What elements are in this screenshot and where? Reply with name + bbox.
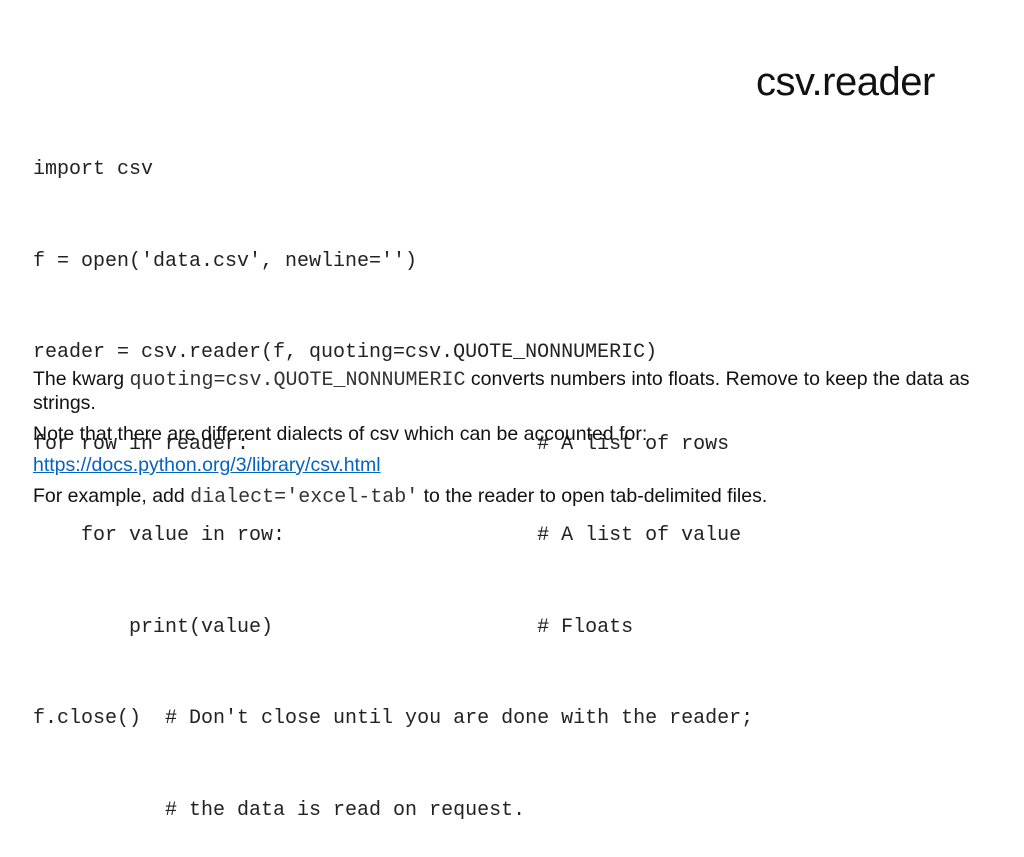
docs-link[interactable]: https://docs.python.org/3/library/csv.ht… — [33, 454, 381, 476]
dialect-suffix: to the reader to open tab-delimited file… — [418, 485, 768, 507]
code-line: f = open('data.csv', newline='') — [33, 249, 418, 273]
dialects-note: Note that there are different dialects o… — [33, 423, 648, 445]
code-line: import csv — [33, 158, 154, 181]
quoting-prefix: The kwarg — [33, 368, 130, 390]
docs-link-paragraph: https://docs.python.org/3/library/csv.ht… — [33, 454, 1003, 476]
code-line: print(value) # Floats — [33, 615, 634, 639]
code-line: for value in row: # A list of value — [33, 524, 742, 547]
slide-title: csv.reader — [756, 60, 935, 104]
dialect-example: For example, add dialect='excel-tab' to … — [33, 485, 1003, 509]
code-line: f.close() # Don't close until you are do… — [33, 707, 754, 730]
dialect-prefix: For example, add — [33, 485, 191, 507]
dialect-code: dialect='excel-tab' — [190, 486, 419, 509]
quoting-explanation: The kwarg quoting=csv.QUOTE_NONNUMERIC c… — [33, 368, 1003, 414]
code-line: reader = csv.reader(f, quoting=csv.QUOTE… — [33, 341, 658, 364]
quoting-code: quoting=csv.QUOTE_NONNUMERIC — [129, 369, 466, 392]
code-line: # the data is read on request. — [33, 798, 526, 822]
slide-body: The kwarg quoting=csv.QUOTE_NONNUMERIC c… — [33, 368, 1003, 509]
